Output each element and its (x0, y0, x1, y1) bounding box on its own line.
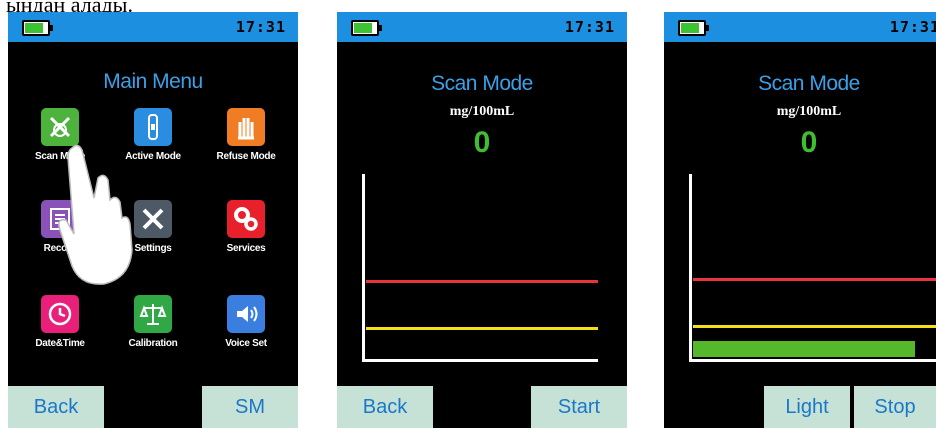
battery-icon (678, 20, 709, 36)
bottom-bar: Back SM (8, 386, 298, 428)
red-threshold-line (693, 278, 936, 281)
menu-item-label: Date&Time (35, 338, 85, 349)
graph-x-axis (689, 359, 936, 362)
menu-item-date-time[interactable]: Date&Time (20, 295, 100, 349)
reading-value: 0 (473, 126, 491, 159)
status-time: 17:31 (889, 18, 936, 36)
red-threshold-line (366, 280, 598, 283)
pointing-hand-icon (58, 144, 133, 285)
scale-icon (134, 295, 172, 333)
back-button[interactable]: Back (8, 386, 104, 428)
menu-item-services[interactable]: Services (206, 200, 286, 254)
scan-mode-screen: 17:31 Scan Mode mg/100mL 0 Back Start (337, 12, 627, 428)
page-title: Scan Mode (758, 72, 860, 95)
graph-x-axis (362, 359, 598, 362)
back-button[interactable]: Back (337, 386, 433, 428)
sm-button[interactable]: SM (202, 386, 298, 428)
page-title: Scan Mode (431, 72, 533, 95)
battery-icon (22, 20, 53, 36)
status-time: 17:31 (564, 18, 615, 36)
menu-item-voice-set[interactable]: Voice Set (206, 295, 286, 349)
clock-icon (41, 295, 79, 333)
menu-item-label: Calibration (128, 338, 178, 349)
menu-item-refuse-mode[interactable]: Refuse Mode (206, 108, 286, 162)
status-bar: 17:31 (337, 12, 627, 42)
unit-label: mg/100mL (776, 104, 842, 119)
stop-button[interactable]: Stop (854, 386, 936, 428)
page-title: Main Menu (103, 70, 203, 93)
refuse-hand-icon (227, 108, 265, 146)
reading-value: 0 (800, 126, 818, 159)
status-bar: 17:31 (8, 12, 298, 42)
graph-y-axis (689, 174, 692, 362)
bottom-bar: Back Start (337, 386, 627, 428)
scan-mode-running-screen: 17:31 Scan Mode mg/100mL 0 Light Stop (664, 12, 936, 428)
breath-flow-bar (693, 341, 915, 357)
status-bar: 17:31 (664, 12, 936, 42)
unit-label: mg/100mL (449, 104, 515, 119)
bottom-bar: Light Stop (664, 386, 936, 428)
speaker-icon (227, 295, 265, 333)
menu-item-label: Voice Set (225, 338, 267, 349)
yellow-threshold-line (693, 325, 936, 328)
yellow-threshold-line (366, 327, 598, 330)
main-menu-screen: 17:31 Main Menu Scan Mode Active Mode Re… (8, 12, 298, 428)
light-button[interactable]: Light (764, 386, 850, 428)
status-time: 17:31 (235, 18, 286, 36)
battery-icon (351, 20, 382, 36)
menu-item-calibration[interactable]: Calibration (113, 295, 193, 349)
start-button[interactable]: Start (531, 386, 627, 428)
menu-item-label: Services (226, 243, 266, 254)
graph-y-axis (362, 174, 365, 362)
gears-icon (227, 200, 265, 238)
menu-item-label: Refuse Mode (216, 151, 276, 162)
